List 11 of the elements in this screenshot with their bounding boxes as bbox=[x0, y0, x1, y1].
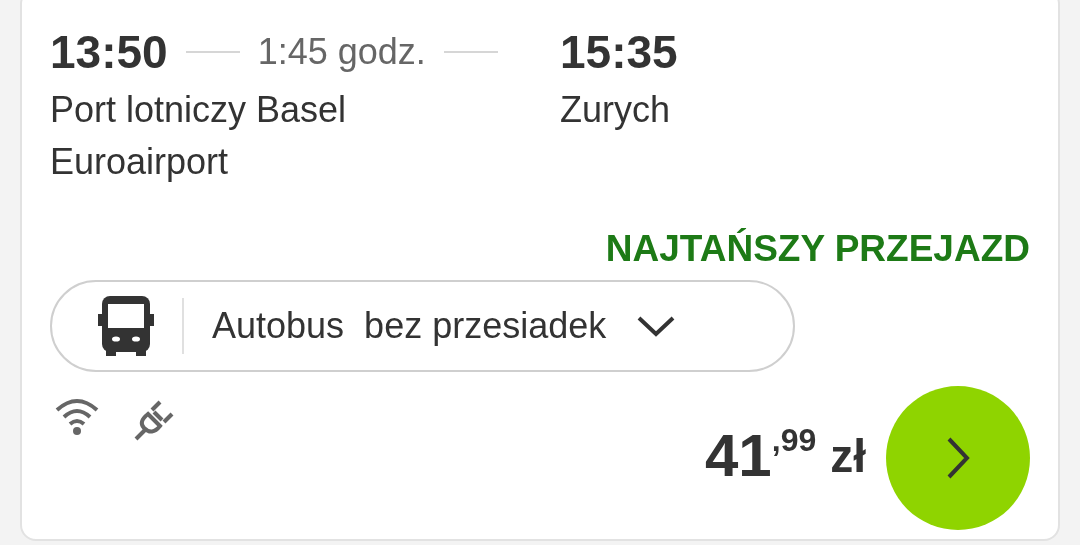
wifi-icon bbox=[54, 396, 100, 436]
bus-icon bbox=[98, 296, 154, 356]
cheapest-label: NAJTAŃSZY PRZEJAZD bbox=[605, 228, 1030, 270]
chevron-icon bbox=[636, 315, 677, 337]
transport-dropdown[interactable]: Autobus bez przesiadek bbox=[50, 280, 795, 372]
arrival-place: Zurych bbox=[560, 88, 672, 132]
arrival-time: 15:35 bbox=[560, 26, 679, 78]
trip-duration: 1:45 godz. bbox=[257, 31, 426, 73]
departure-place: Port lotniczy Basel Euroairport bbox=[50, 88, 348, 184]
chevron-right-icon bbox=[946, 436, 970, 480]
departure-time: 13:50 bbox=[50, 26, 168, 78]
